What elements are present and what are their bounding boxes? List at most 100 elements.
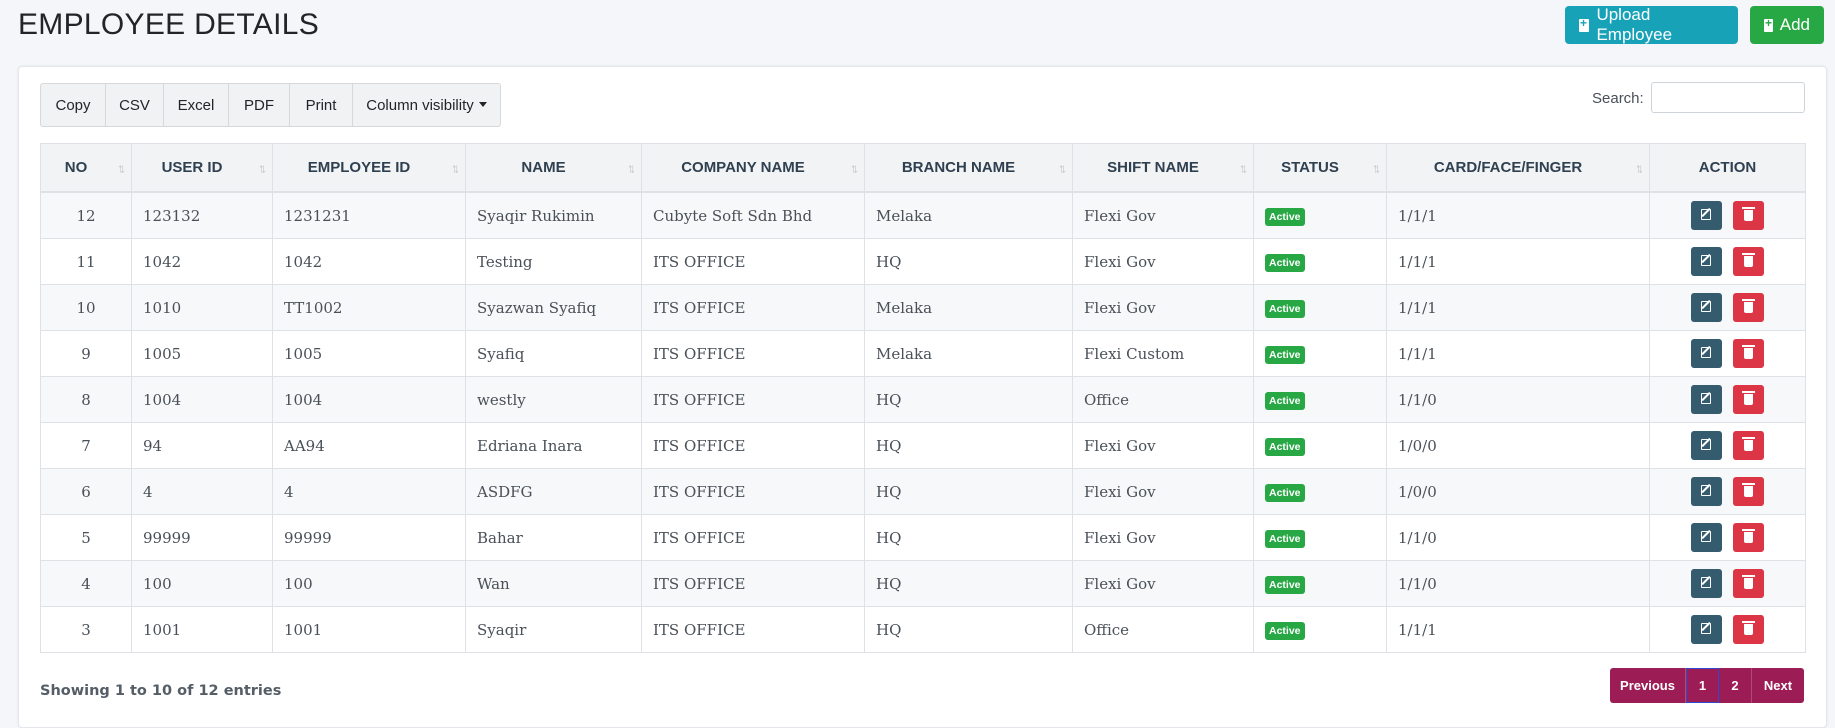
csv-button[interactable]: CSV [106, 84, 164, 126]
cell-branch-name: Melaka [864, 330, 1073, 377]
delete-button[interactable] [1733, 615, 1764, 644]
delete-button[interactable] [1733, 431, 1764, 460]
edit-button[interactable] [1691, 339, 1722, 368]
cell-branch-name: HQ [864, 376, 1073, 423]
status-badge: Active [1265, 345, 1305, 364]
cell-branch-name: Melaka [864, 284, 1073, 331]
cell-status: Active [1253, 284, 1387, 331]
cell-name: Syazwan Syafiq [465, 284, 642, 331]
page-title: EMPLOYEE DETAILS [18, 8, 320, 41]
sort-icon: ↑↓ [258, 160, 267, 175]
cell-employee-id: 100 [272, 560, 466, 607]
cell-company-name: Cubyte Soft Sdn Bhd [641, 191, 865, 239]
trash-icon [1742, 345, 1755, 359]
status-badge: Active [1265, 207, 1305, 226]
cell-name: Wan [465, 560, 642, 607]
delete-button[interactable] [1733, 385, 1764, 414]
edit-button[interactable] [1691, 615, 1722, 644]
previous-button[interactable]: Previous [1610, 668, 1686, 703]
cell-branch-name: HQ [864, 514, 1073, 561]
delete-button[interactable] [1733, 247, 1764, 276]
cell-action [1649, 422, 1806, 469]
cell-user-id: 99999 [131, 514, 273, 561]
edit-button[interactable] [1691, 385, 1722, 414]
trash-icon [1742, 575, 1755, 589]
status-badge: Active [1265, 621, 1305, 640]
cell-shift-name: Flexi Gov [1072, 284, 1254, 331]
status-badge: Active [1265, 437, 1305, 456]
caret-down-icon [478, 101, 487, 107]
column-header-company-name[interactable]: COMPANY NAME ↑↓ [641, 143, 865, 193]
delete-button[interactable] [1733, 569, 1764, 598]
column-header-branch-name[interactable]: BRANCH NAME ↑↓ [864, 143, 1073, 193]
file-plus-icon [1764, 16, 1773, 32]
sort-icon: ↑↓ [1239, 160, 1248, 175]
column-header-card-face-finger[interactable]: CARD/FACE/FINGER ↑↓ [1386, 143, 1650, 193]
delete-button[interactable] [1733, 339, 1764, 368]
trash-icon [1742, 299, 1755, 313]
cell-status: Active [1253, 422, 1387, 469]
cell-card-face-finger: 1/1/1 [1386, 238, 1650, 285]
trash-icon [1742, 529, 1755, 543]
employee-card: Copy CSV Excel PDF Print Column visibili… [18, 66, 1827, 728]
upload-employee-button[interactable]: Upload Employee [1565, 5, 1738, 44]
cell-no: 4 [40, 560, 132, 607]
status-badge: Active [1265, 391, 1305, 410]
delete-button[interactable] [1733, 477, 1764, 506]
column-header-user-id[interactable]: USER ID ↑↓ [131, 143, 273, 193]
trash-icon [1742, 253, 1755, 267]
page-button-1[interactable]: 1 [1686, 668, 1719, 703]
sort-icon: ↑↓ [1635, 160, 1644, 175]
sort-icon: ↑↓ [117, 160, 126, 175]
search-input[interactable] [1651, 82, 1805, 113]
edit-button[interactable] [1691, 523, 1722, 552]
excel-button[interactable]: Excel [164, 84, 229, 126]
delete-button[interactable] [1733, 201, 1764, 230]
cell-action [1649, 238, 1806, 285]
table-row: 8 1004 1004 westly ITS OFFICE HQ Office Active 1… [40, 376, 1806, 423]
status-badge: Active [1265, 253, 1305, 272]
edit-button[interactable] [1691, 293, 1722, 322]
column-header-status[interactable]: STATUS ↑↓ [1253, 143, 1387, 193]
edit-button[interactable] [1691, 431, 1722, 460]
column-header-employee-id[interactable]: EMPLOYEE ID ↑↓ [272, 143, 466, 193]
add-button[interactable]: Add [1750, 6, 1824, 44]
column-header-no[interactable]: NO ↑↓ [40, 143, 132, 193]
edit-button[interactable] [1691, 247, 1722, 276]
pdf-button[interactable]: PDF [229, 84, 290, 126]
cell-no: 5 [40, 514, 132, 561]
page-button-2[interactable]: 2 [1719, 668, 1752, 703]
cell-status: Active [1253, 514, 1387, 561]
delete-button[interactable] [1733, 523, 1764, 552]
cell-shift-name: Office [1072, 606, 1254, 653]
cell-status: Active [1253, 560, 1387, 607]
cell-branch-name: HQ [864, 422, 1073, 469]
cell-shift-name: Flexi Gov [1072, 468, 1254, 515]
status-badge: Active [1265, 575, 1305, 594]
cell-no: 10 [40, 284, 132, 331]
edit-button[interactable] [1691, 201, 1722, 230]
cell-card-face-finger: 1/1/1 [1386, 330, 1650, 377]
print-button[interactable]: Print [290, 84, 353, 126]
edit-button[interactable] [1691, 569, 1722, 598]
column-visibility-button[interactable]: Column visibility [353, 84, 500, 126]
cell-branch-name: Melaka [864, 191, 1073, 239]
cell-card-face-finger: 1/1/0 [1386, 514, 1650, 561]
table-header-row: NO ↑↓ USER ID ↑↓ EMPLOYEE ID ↑↓ NAME ↑↓ COMP… [40, 143, 1806, 193]
cell-user-id: 100 [131, 560, 273, 607]
cell-employee-id: 1005 [272, 330, 466, 377]
next-button[interactable]: Next [1752, 668, 1804, 703]
column-header-name[interactable]: NAME ↑↓ [465, 143, 642, 193]
employee-table: NO ↑↓ USER ID ↑↓ EMPLOYEE ID ↑↓ NAME ↑↓ COMP… [40, 143, 1806, 653]
cell-no: 7 [40, 422, 132, 469]
cell-shift-name: Flexi Gov [1072, 238, 1254, 285]
copy-button[interactable]: Copy [41, 84, 106, 126]
add-label: Add [1779, 15, 1810, 34]
cell-card-face-finger: 1/1/1 [1386, 191, 1650, 239]
column-header-shift-name[interactable]: SHIFT NAME ↑↓ [1072, 143, 1254, 193]
edit-button[interactable] [1691, 477, 1722, 506]
delete-button[interactable] [1733, 293, 1764, 322]
cell-company-name: ITS OFFICE [641, 422, 865, 469]
sort-icon: ↑↓ [1372, 160, 1381, 175]
cell-company-name: ITS OFFICE [641, 330, 865, 377]
